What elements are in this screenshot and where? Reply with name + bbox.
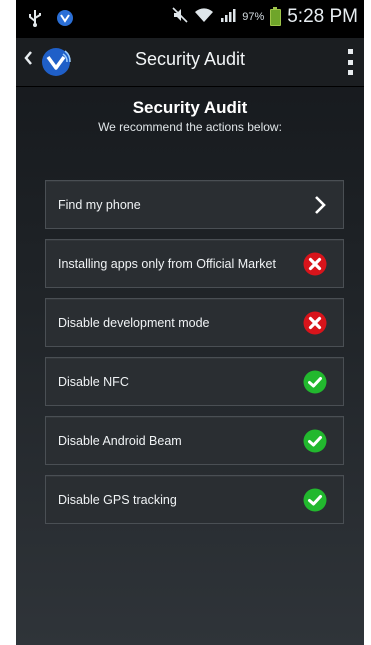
pass-check-icon <box>303 429 327 452</box>
chevron-right-icon <box>315 195 326 214</box>
audit-item-official-market[interactable]: Installing apps only from Official Marke… <box>45 239 344 288</box>
audit-item-label: Installing apps only from Official Marke… <box>58 256 276 271</box>
battery-icon <box>270 6 282 26</box>
page-subtitle: We recommend the actions below: <box>98 120 282 134</box>
audit-list: Find my phone Installing apps only from … <box>45 180 344 534</box>
audit-item-label: Find my phone <box>58 197 141 212</box>
action-bar: Security Audit <box>16 38 364 87</box>
action-bar-title: Security Audit <box>134 49 246 69</box>
pass-check-icon <box>303 370 327 393</box>
audit-item-label: Disable development mode <box>58 315 210 330</box>
audit-item-nfc[interactable]: Disable NFC <box>45 357 344 406</box>
mute-icon <box>172 6 188 28</box>
overflow-menu-icon[interactable] <box>346 49 354 75</box>
signal-icon <box>220 7 236 28</box>
status-bar: 97% 5:28 PM <box>16 0 364 38</box>
fail-x-icon <box>303 252 327 275</box>
notification-icon <box>56 9 74 32</box>
audit-item-find-my-phone[interactable]: Find my phone <box>45 180 344 229</box>
phone-screen: 97% 5:28 PM Security Audit Security Audi… <box>16 0 364 645</box>
audit-item-label: Disable Android Beam <box>58 433 182 448</box>
audit-item-development-mode[interactable]: Disable development mode <box>45 298 344 347</box>
page-title: Security Audit <box>132 98 248 117</box>
audit-item-android-beam[interactable]: Disable Android Beam <box>45 416 344 465</box>
fail-x-icon <box>303 311 327 334</box>
usb-icon <box>28 9 42 32</box>
battery-percent: 97% <box>242 11 265 23</box>
wifi-icon <box>194 7 214 28</box>
pass-check-icon <box>303 488 327 511</box>
audit-item-gps-tracking[interactable]: Disable GPS tracking <box>45 475 344 524</box>
audit-item-label: Disable NFC <box>58 374 129 389</box>
clock-time: 5:28 PM <box>287 6 358 27</box>
audit-item-label: Disable GPS tracking <box>58 492 177 507</box>
